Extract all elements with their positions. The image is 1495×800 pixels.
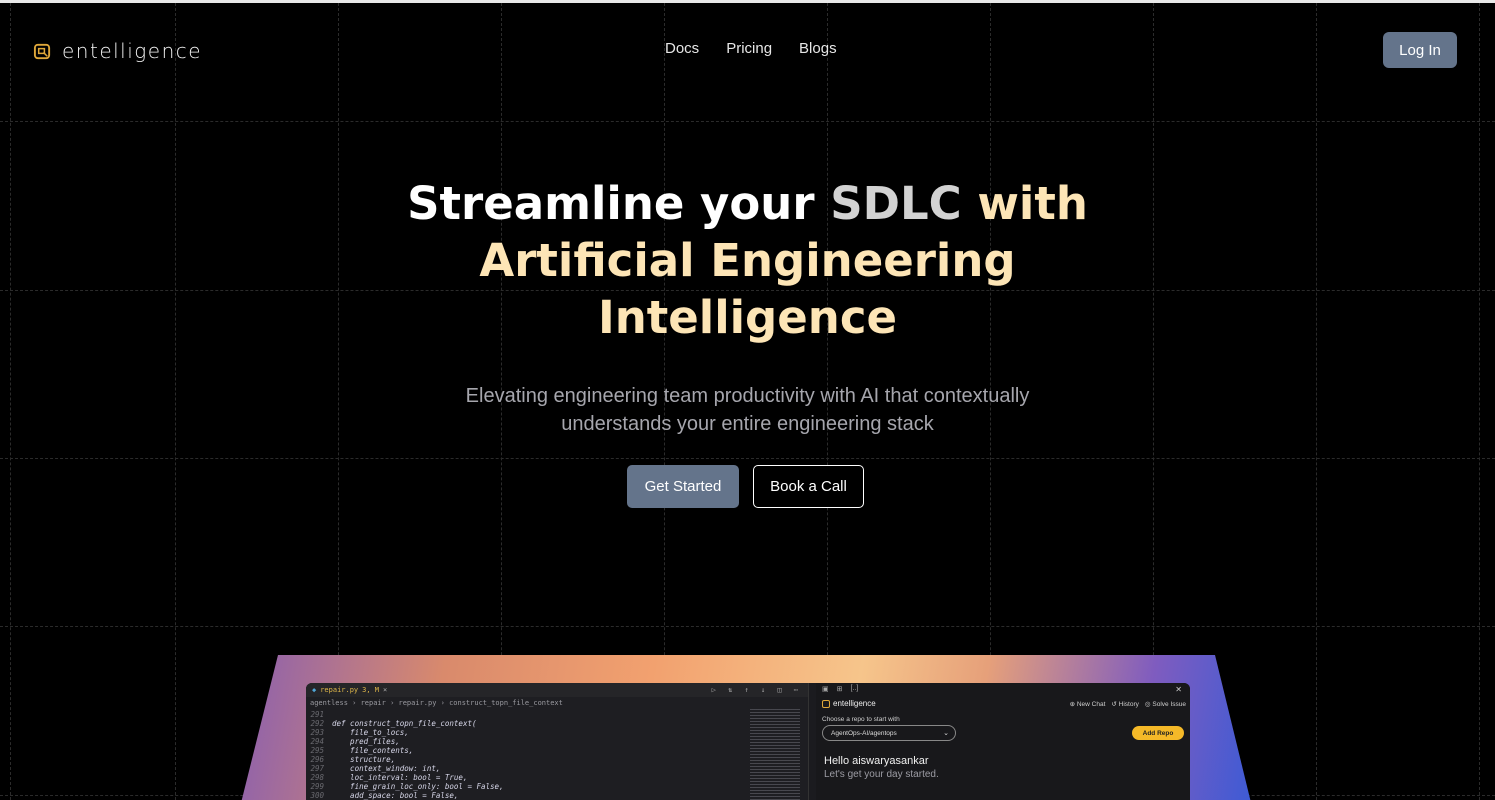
tab-close-icon: × xyxy=(383,686,388,694)
tab-filename: repair.py xyxy=(320,686,359,694)
hero-headline: Streamline your SDLC with Artificial Eng… xyxy=(0,175,1495,346)
history-action: ↺ History xyxy=(1111,701,1139,708)
python-file-icon: ◆ xyxy=(312,686,317,694)
choose-repo-label: Choose a repo to start with xyxy=(822,716,900,723)
line-number: 300 xyxy=(310,791,324,800)
chevron-down-icon: ⌄ xyxy=(943,730,949,737)
editor-minimap xyxy=(750,709,800,800)
repo-select: AgentOps-AI/agentops ⌄ xyxy=(822,725,956,741)
repo-select-value: AgentOps-AI/agentops xyxy=(831,730,897,737)
entelligence-chat-panel: ▣ ⊞ [..] ✕ entelligence ⊕ New Chat ↺ Histo… xyxy=(816,683,1190,800)
code-line: 299 fine_grain_loc_only: bool = False, xyxy=(306,782,808,791)
line-number: 299 xyxy=(310,782,324,791)
grid-line xyxy=(0,458,1495,459)
line-number: 297 xyxy=(310,764,324,773)
panel-actions: ⊕ New Chat ↺ History ◎ Solve Issue xyxy=(1070,700,1186,708)
main-nav: Docs Pricing Blogs xyxy=(665,40,837,57)
code-line: 300 add_space: bool = False, xyxy=(306,791,808,800)
headline-part-1: Streamline your xyxy=(407,177,831,230)
top-border xyxy=(0,0,1495,3)
code-line: 293 file_to_locs, xyxy=(306,728,808,737)
code-line: 298 loc_interval: bool = True, xyxy=(306,773,808,782)
line-text: pred_files, xyxy=(332,737,400,746)
headline-part-2: SDLC xyxy=(830,177,962,230)
code-line: 297 context_window: int, xyxy=(306,764,808,773)
code-line: 296 structure, xyxy=(306,755,808,764)
line-text: file_to_locs, xyxy=(332,728,409,737)
line-text: fine_grain_loc_only: bool = False, xyxy=(332,782,504,791)
line-number: 293 xyxy=(310,728,324,737)
line-text: context_window: int, xyxy=(332,764,441,773)
line-number: 294 xyxy=(310,737,324,746)
editor-breadcrumb: agentless › repair › repair.py › constru… xyxy=(310,699,563,707)
panel-brand: entelligence xyxy=(822,699,876,708)
panel-brand-name: entelligence xyxy=(833,699,876,708)
panel-toolbar-icons: ▣ ⊞ [..] xyxy=(822,685,859,693)
line-text: loc_interval: bool = True, xyxy=(332,773,468,782)
line-number: 295 xyxy=(310,746,324,755)
code-block: 291 292 def construct_topn_file_context( … xyxy=(306,709,808,800)
solve-issue-label: Solve Issue xyxy=(1152,701,1186,708)
nav-link-blogs[interactable]: Blogs xyxy=(799,40,837,57)
line-number: 298 xyxy=(310,773,324,782)
code-line: 295 file_contents, xyxy=(306,746,808,755)
panel-close-icon: ✕ xyxy=(1175,685,1182,694)
code-line: 292 def construct_topn_file_context( xyxy=(306,719,808,728)
tab-status: 3, M xyxy=(362,686,380,694)
subgreeting-text: Let's get your day started. xyxy=(824,769,939,780)
line-text: add_space: bool = False, xyxy=(332,791,459,800)
subtitle-line-2: understands your entire engineering stac… xyxy=(561,413,934,435)
editor-toolbar-icons: ▷ ⇅ ↑ ↓ ◫ ⋯ xyxy=(711,686,802,694)
subtitle-line-1: Elevating engineering team productivity … xyxy=(465,385,1030,407)
cta-group: Get Started Book a Call xyxy=(627,465,864,508)
new-chat-label: New Chat xyxy=(1076,701,1106,708)
solve-issue-action: ◎ Solve Issue xyxy=(1144,701,1186,708)
line-text: structure, xyxy=(332,755,396,764)
code-line: 291 xyxy=(306,710,808,719)
line-text: file_contents, xyxy=(332,746,414,755)
nav-link-pricing[interactable]: Pricing xyxy=(726,40,772,57)
nav-link-docs[interactable]: Docs xyxy=(665,40,699,57)
code-line: 294 pred_files, xyxy=(306,737,808,746)
new-chat-action: ⊕ New Chat xyxy=(1069,701,1106,708)
line-number: 296 xyxy=(310,755,324,764)
headline-part-3: with xyxy=(961,177,1088,230)
line-number: 292 xyxy=(310,719,324,728)
book-call-button[interactable]: Book a Call xyxy=(753,465,864,508)
grid-line xyxy=(0,626,1495,627)
add-repo-button: Add Repo xyxy=(1132,726,1184,740)
line-number: 291 xyxy=(310,710,324,719)
product-screenshot: ◆ repair.py 3, M × ▷ ⇅ ↑ ↓ ◫ ⋯ agentless… xyxy=(306,683,1190,800)
hero-subtitle: Elevating engineering team productivity … xyxy=(0,382,1495,438)
brand-name: entelligence xyxy=(62,39,203,63)
grid-line xyxy=(0,121,1495,122)
entelligence-logo-icon xyxy=(822,699,830,708)
line-text: def construct_topn_file_context( xyxy=(332,719,477,728)
brand-logo[interactable]: entelligence xyxy=(33,39,202,63)
headline-line-3: Intelligence xyxy=(597,291,898,344)
login-button[interactable]: Log In xyxy=(1383,32,1457,68)
get-started-button[interactable]: Get Started xyxy=(627,465,739,508)
code-editor: ◆ repair.py 3, M × ▷ ⇅ ↑ ↓ ◫ ⋯ agentless… xyxy=(306,683,809,800)
history-label: History xyxy=(1118,701,1139,708)
entelligence-logo-icon xyxy=(33,43,51,59)
greeting-text: Hello aiswaryasankar xyxy=(824,755,929,767)
headline-line-2: Artificial Engineering xyxy=(479,234,1016,287)
